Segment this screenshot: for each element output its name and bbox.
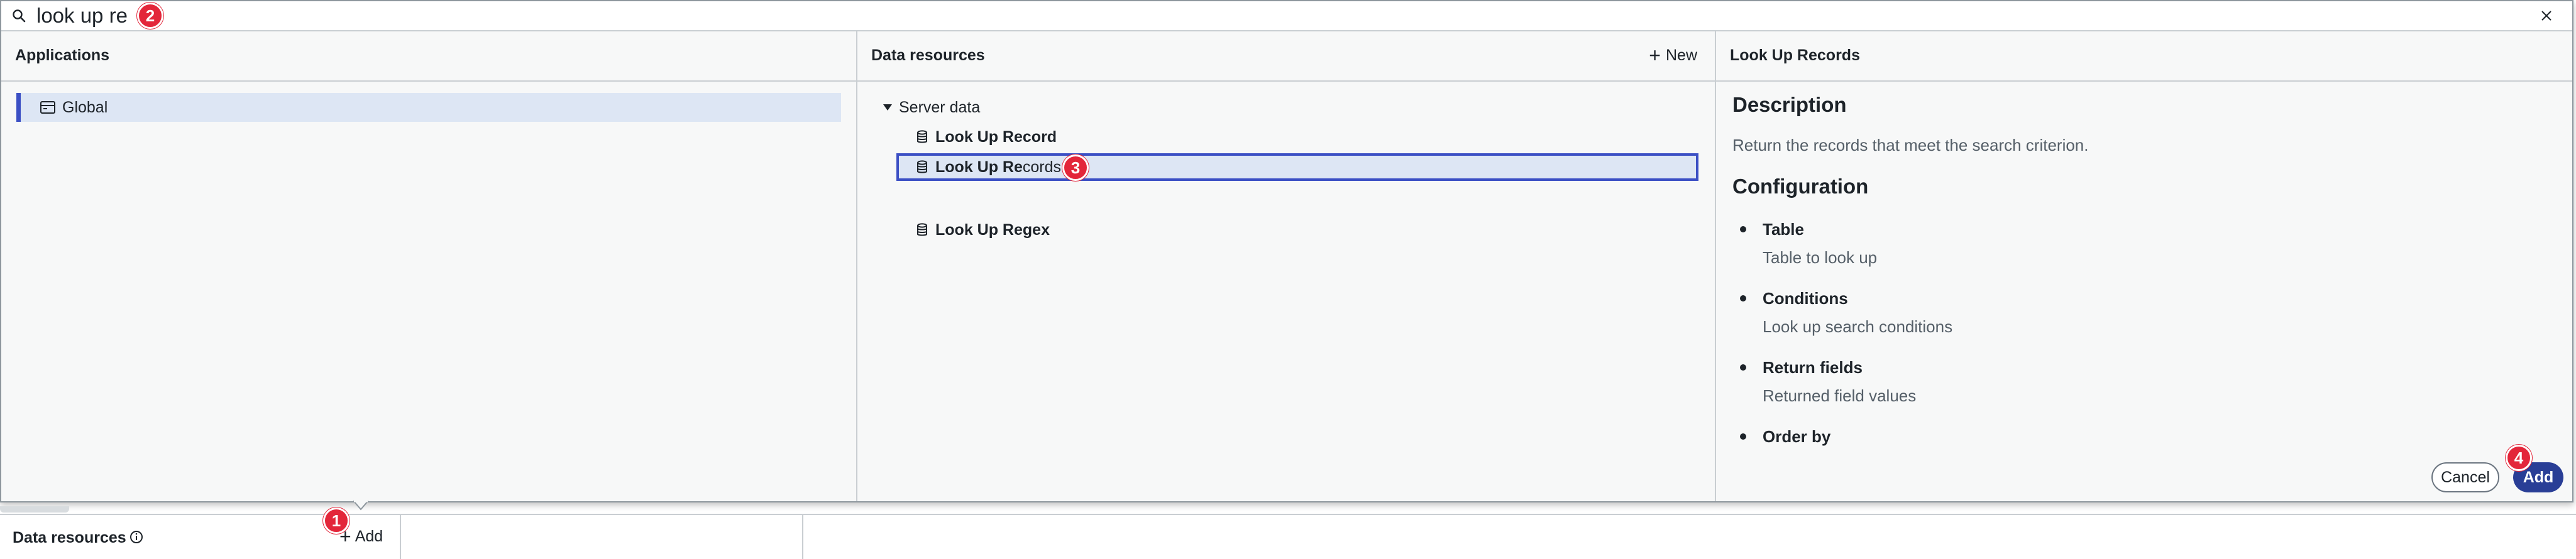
detail-header: Look Up Records [1716, 31, 2572, 82]
annotation-badge-4: 4 [2506, 445, 2532, 471]
applications-pane: Applications Global [1, 31, 857, 501]
tree-item-match: Look Up Re [935, 128, 1023, 146]
cancel-button[interactable]: Cancel [2431, 462, 2499, 492]
new-button[interactable]: + New [1649, 44, 1697, 67]
tree-group-server-data[interactable]: Server data [883, 97, 980, 118]
plus-icon: + [1649, 44, 1661, 67]
divider [400, 515, 401, 559]
application-icon [40, 101, 55, 114]
application-item-global[interactable]: Global [16, 93, 841, 122]
config-item-desc: Table to look up [1763, 248, 1878, 267]
applications-title: Applications [15, 46, 110, 64]
config-item-name: Order by [1763, 427, 1831, 446]
detail-pane: Look Up Records Description Return the r… [1716, 31, 2572, 501]
search-input[interactable] [36, 4, 2488, 28]
annotation-badge-3: 3 [1062, 155, 1089, 181]
tree-item-look-up-records[interactable]: Look Up Re cords [896, 153, 1698, 181]
annotation-badge-1: 1 [323, 507, 350, 534]
config-item-desc: Look up search conditions [1763, 317, 1953, 336]
tree-item-rest: cord [1022, 128, 1057, 146]
data-resources-pane: Data resources + New Server data Look Up… [857, 31, 1716, 501]
applications-header: Applications [1, 31, 856, 82]
tree-item-match: Look Up Re [935, 220, 1023, 239]
description-text: Return the records that meet the search … [1732, 136, 2089, 155]
bottom-bar: Data resources + Add [0, 514, 2576, 559]
tree-item-look-up-regex[interactable]: Look Up Re gex [896, 216, 1698, 244]
bullet-icon [1740, 364, 1746, 371]
description-heading: Description [1732, 93, 1847, 116]
search-bar [1, 1, 2572, 31]
configuration-heading: Configuration [1732, 175, 1869, 198]
data-resource-picker-popover: Applications Global Data resources + New… [0, 0, 2573, 502]
database-icon [917, 130, 927, 143]
application-item-label: Global [62, 98, 108, 116]
config-item-table: Table Table to look up [1740, 220, 1878, 268]
config-item-conditions: Conditions Look up search conditions [1740, 289, 1953, 337]
tree-item-match: Look Up Re [935, 158, 1023, 176]
tree-item-rest: gex [1022, 220, 1050, 239]
config-item-name: Conditions [1763, 289, 1848, 308]
bullet-icon [1740, 295, 1746, 301]
config-item-name: Table [1763, 220, 1804, 239]
config-item-order-by: Order by [1740, 427, 1831, 447]
tree-item-look-up-record[interactable]: Look Up Re cord [896, 123, 1698, 151]
database-icon [917, 160, 927, 173]
underlay-tab [0, 506, 69, 513]
data-resources-header: Data resources + New [857, 31, 1715, 82]
bottom-bar-title: Data resources [13, 529, 126, 546]
tree-item-rest: cords [1022, 158, 1062, 176]
config-item-return-fields: Return fields Returned field values [1740, 358, 1917, 406]
new-button-label: New [1665, 46, 1697, 64]
bullet-icon [1740, 226, 1746, 232]
search-icon [13, 9, 26, 23]
data-resources-title: Data resources [871, 46, 985, 64]
database-icon [917, 223, 927, 236]
caret-down-icon [883, 104, 892, 111]
close-icon[interactable] [2540, 9, 2553, 23]
config-item-name: Return fields [1763, 358, 1863, 377]
annotation-badge-2: 2 [137, 3, 163, 29]
tree-group-label: Server data [899, 98, 981, 116]
info-icon[interactable] [129, 530, 143, 544]
divider [802, 515, 803, 559]
config-item-desc: Returned field values [1763, 386, 1917, 405]
bullet-icon [1740, 433, 1746, 440]
bottom-add-label: Add [355, 527, 383, 545]
detail-title: Look Up Records [1730, 46, 1860, 64]
